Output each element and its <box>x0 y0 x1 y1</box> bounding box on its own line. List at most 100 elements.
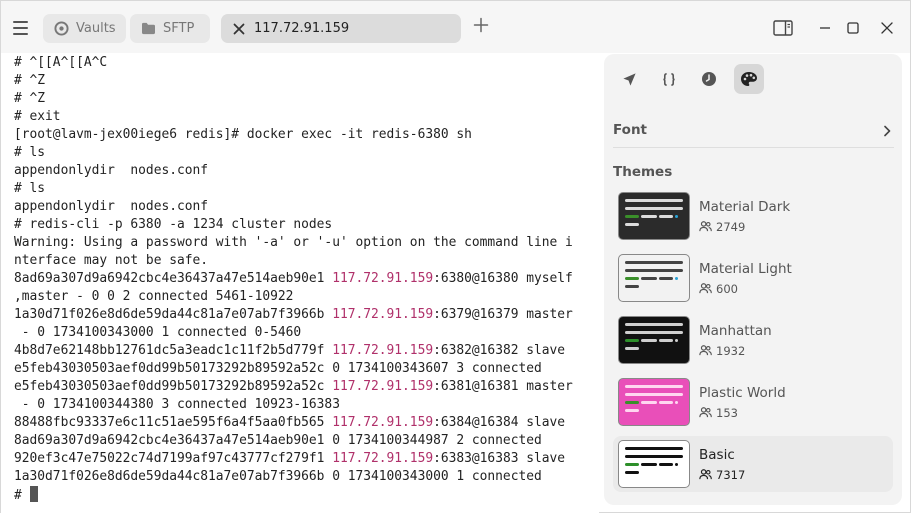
terminal-line: e5feb43030503aef0dd99b50173292b89592a52c… <box>14 360 599 378</box>
terminal-line: 8ad69a307d9a6942cbc4e36437a47e514aeb90e1… <box>14 432 599 450</box>
theme-preview-thumbnail <box>618 316 690 364</box>
theme-preview-thumbnail <box>618 440 690 488</box>
terminal-text: # ^Z <box>14 73 46 88</box>
terminal-line: 1a30d71f026e8d6de59da44c81a7e07ab7f3966b… <box>14 306 599 324</box>
terminal-line: nterface may not be safe. <box>14 252 599 270</box>
chevron-right-icon <box>880 123 894 137</box>
terminal-text: :6380@16380 myself <box>433 271 573 286</box>
theme-preview-line <box>675 401 678 404</box>
terminal-text: Warning: Using a password with '-a' or '… <box>14 235 573 250</box>
terminal-line: # ls <box>14 144 599 162</box>
theme-count-value: 7317 <box>716 467 746 482</box>
theme-preview-line <box>625 269 683 272</box>
terminal-text: 8ad69a307d9a6942cbc4e36437a47e514aeb90e1… <box>14 433 542 448</box>
terminal-ip-address: 117.72.91.159 <box>332 415 434 430</box>
theme-item[interactable]: Basic 7317 <box>613 436 893 492</box>
theme-user-count: 7317 <box>699 468 745 482</box>
font-setting-row[interactable]: Font <box>613 112 894 148</box>
terminal-text: :6383@16383 slave <box>433 451 566 466</box>
title-bar: Vaults SFTP 117.72.91.159 <box>1 1 910 53</box>
terminal-line: [root@lavm-jex00iege6 redis]# docker exe… <box>14 126 599 144</box>
terminal-ip-address: 117.72.91.159 <box>332 379 434 394</box>
close-icon[interactable] <box>231 21 247 37</box>
terminal-ip-address: 117.72.91.159 <box>332 271 434 286</box>
theme-preview-line <box>641 401 657 404</box>
terminal-line: # ls <box>14 180 599 198</box>
users-icon <box>699 221 712 232</box>
theme-preview-line <box>675 215 678 218</box>
terminal-text: # exit <box>14 109 61 124</box>
tab-label: 117.72.91.159 <box>254 21 350 36</box>
terminal-line: 4b8d7e62148bb12761dc5a3eadc1c11f2b5d779f… <box>14 342 599 360</box>
terminal-text: [root@lavm-jex00iege6 redis]# docker exe… <box>14 127 472 142</box>
vault-icon <box>53 21 69 37</box>
tab-host-session[interactable]: 117.72.91.159 <box>221 14 461 43</box>
theme-preview-line <box>625 455 683 458</box>
terminal-line: ,master - 0 0 2 connected 5461-10922 <box>14 288 599 306</box>
theme-preview-line <box>659 339 673 342</box>
theme-preview-line <box>641 215 657 218</box>
theme-count-value: 153 <box>716 405 738 420</box>
users-icon <box>699 469 712 480</box>
theme-preview-line <box>625 447 683 450</box>
terminal-text: nterface may not be safe. <box>14 253 209 268</box>
theme-preview-line <box>659 401 673 404</box>
theme-preview-line <box>625 261 683 264</box>
history-icon[interactable] <box>694 64 724 94</box>
theme-info: Plastic World 153 <box>699 385 786 420</box>
tab-label: SFTP <box>163 21 195 36</box>
theme-user-count: 2749 <box>699 220 790 234</box>
hamburger-menu-icon[interactable] <box>13 17 35 39</box>
tab-vaults[interactable]: Vaults <box>43 14 126 43</box>
toggle-sidebar-icon[interactable] <box>772 17 794 39</box>
theme-count-value: 2749 <box>716 219 746 234</box>
theme-preview-line <box>625 199 683 202</box>
theme-item[interactable]: Material Dark 2749 <box>613 188 893 244</box>
terminal-line: # ^Z <box>14 72 599 90</box>
braces-icon[interactable] <box>654 64 684 94</box>
terminal-text: :6382@16382 slave <box>433 343 566 358</box>
window-close-icon[interactable] <box>876 17 898 39</box>
theme-preview-thumbnail <box>618 192 690 240</box>
terminal-line: 1a30d71f026e8d6de59da44c81a7e07ab7f3966b… <box>14 468 599 486</box>
terminal-text: e5feb43030503aef0dd99b50173292b89592a52c <box>14 379 333 394</box>
rocket-icon[interactable] <box>614 64 644 94</box>
terminal-text: 8ad69a307d9a6942cbc4e36437a47e514aeb90e1 <box>14 271 333 286</box>
folder-icon <box>140 21 156 37</box>
terminal-text: ,master - 0 0 2 connected 5461-10922 <box>14 289 294 304</box>
terminal-text: :6379@16379 master <box>433 307 573 322</box>
terminal-text: 1a30d71f026e8d6de59da44c81a7e07ab7f3966b… <box>14 469 542 484</box>
theme-item[interactable]: Manhattan 1932 <box>613 312 893 368</box>
theme-preview-line <box>625 223 639 226</box>
theme-item[interactable]: Material Light 600 <box>613 250 893 306</box>
terminal-line: # ^Z <box>14 90 599 108</box>
theme-name: Material Light <box>699 260 792 277</box>
theme-preview-line <box>659 463 673 466</box>
theme-item[interactable]: Plastic World 153 <box>613 374 893 430</box>
tab-sftp[interactable]: SFTP <box>130 14 210 43</box>
terminal-line: Warning: Using a password with '-a' or '… <box>14 234 599 252</box>
terminal-output[interactable]: # ^[[A^[[A^C # ^Z # ^Z # exit [root@lavm-jex… <box>1 53 599 513</box>
maximize-icon[interactable] <box>842 17 864 39</box>
minimize-icon[interactable] <box>814 17 836 39</box>
theme-preview-line <box>625 393 683 396</box>
palette-icon[interactable] <box>734 64 764 94</box>
theme-preview-line <box>625 401 639 404</box>
panel-toolbar <box>614 64 764 94</box>
terminal-line: 8ad69a307d9a6942cbc4e36437a47e514aeb90e1… <box>14 270 599 288</box>
theme-info: Basic 7317 <box>699 447 745 482</box>
theme-user-count: 153 <box>699 406 786 420</box>
terminal-text: # redis-cli -p 6380 -a 1234 cluster node… <box>14 217 333 232</box>
terminal-text: # ^[[A^[[A^C <box>14 55 108 70</box>
theme-preview-line <box>625 331 683 334</box>
themes-heading: Themes <box>613 164 673 180</box>
new-tab-plus-icon[interactable] <box>471 17 491 37</box>
theme-preview-line <box>625 339 639 342</box>
terminal-text: - 0 1734100343000 1 connected 0-5460 <box>14 325 302 340</box>
theme-preview-line <box>625 463 639 466</box>
theme-preview-line <box>659 215 673 218</box>
terminal-text: 920ef3c47e75022c74d7199af97c43777cf279f1 <box>14 451 333 466</box>
theme-name: Manhattan <box>699 322 772 339</box>
theme-preview-line <box>625 323 683 326</box>
terminal-line: # exit <box>14 108 599 126</box>
